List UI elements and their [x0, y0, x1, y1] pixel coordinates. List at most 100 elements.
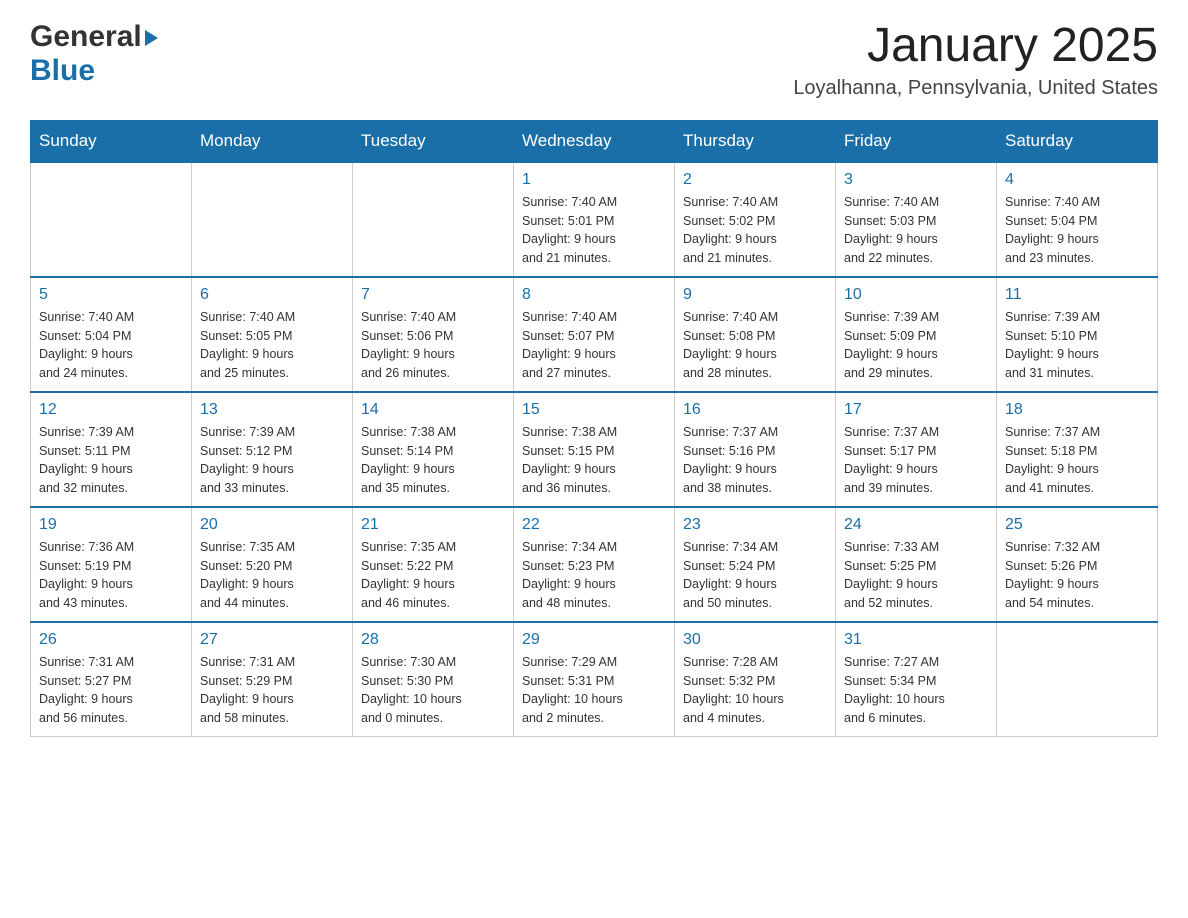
calendar-cell: 29 Sunrise: 7:29 AM Sunset: 5:31 PM Dayli… [514, 622, 675, 737]
calendar-week-4: 19 Sunrise: 7:36 AM Sunset: 5:19 PM Dayli… [31, 507, 1158, 622]
day-info: Sunrise: 7:29 AM Sunset: 5:31 PM Dayligh… [522, 653, 666, 728]
day-info: Sunrise: 7:32 AM Sunset: 5:26 PM Dayligh… [1005, 538, 1149, 613]
weekday-header-tuesday: Tuesday [353, 120, 514, 162]
day-info: Sunrise: 7:36 AM Sunset: 5:19 PM Dayligh… [39, 538, 183, 613]
calendar-cell: 31 Sunrise: 7:27 AM Sunset: 5:34 PM Dayli… [836, 622, 997, 737]
day-info: Sunrise: 7:39 AM Sunset: 5:12 PM Dayligh… [200, 423, 344, 498]
calendar-cell: 19 Sunrise: 7:36 AM Sunset: 5:19 PM Dayli… [31, 507, 192, 622]
day-info: Sunrise: 7:40 AM Sunset: 5:07 PM Dayligh… [522, 308, 666, 383]
calendar-cell: 27 Sunrise: 7:31 AM Sunset: 5:29 PM Dayli… [192, 622, 353, 737]
calendar-cell: 2 Sunrise: 7:40 AM Sunset: 5:02 PM Daylig… [675, 162, 836, 277]
calendar-cell: 16Sunrise: 7:37 AM Sunset: 5:16 PM Dayli… [675, 392, 836, 507]
calendar-cell: 17Sunrise: 7:37 AM Sunset: 5:17 PM Dayli… [836, 392, 997, 507]
day-info: Sunrise: 7:39 AM Sunset: 5:11 PM Dayligh… [39, 423, 183, 498]
weekday-header-wednesday: Wednesday [514, 120, 675, 162]
day-info: Sunrise: 7:37 AM Sunset: 5:18 PM Dayligh… [1005, 423, 1149, 498]
day-info: Sunrise: 7:40 AM Sunset: 5:04 PM Dayligh… [39, 308, 183, 383]
calendar-cell: 24Sunrise: 7:33 AM Sunset: 5:25 PM Dayli… [836, 507, 997, 622]
day-info: Sunrise: 7:33 AM Sunset: 5:25 PM Dayligh… [844, 538, 988, 613]
calendar-week-2: 5 Sunrise: 7:40 AM Sunset: 5:04 PM Daylig… [31, 277, 1158, 392]
day-info: Sunrise: 7:40 AM Sunset: 5:05 PM Dayligh… [200, 308, 344, 383]
day-number: 22 [522, 516, 666, 534]
day-number: 28 [361, 631, 505, 649]
calendar-cell: 9 Sunrise: 7:40 AM Sunset: 5:08 PM Daylig… [675, 277, 836, 392]
calendar-cell [31, 162, 192, 277]
day-info: Sunrise: 7:34 AM Sunset: 5:23 PM Dayligh… [522, 538, 666, 613]
day-number: 30 [683, 631, 827, 649]
day-info: Sunrise: 7:40 AM Sunset: 5:02 PM Dayligh… [683, 193, 827, 268]
page-header: General Blue January 2025 Loyalhanna, Pe… [30, 20, 1158, 100]
calendar-week-5: 26Sunrise: 7:31 AM Sunset: 5:27 PM Dayli… [31, 622, 1158, 737]
day-info: Sunrise: 7:35 AM Sunset: 5:22 PM Dayligh… [361, 538, 505, 613]
weekday-header-sunday: Sunday [31, 120, 192, 162]
calendar-cell: 14 Sunrise: 7:38 AM Sunset: 5:14 PM Dayli… [353, 392, 514, 507]
location-title: Loyalhanna, Pennsylvania, United States [793, 77, 1158, 100]
calendar-cell [997, 622, 1158, 737]
calendar-cell: 4Sunrise: 7:40 AM Sunset: 5:04 PM Daylig… [997, 162, 1158, 277]
day-number: 15 [522, 401, 666, 419]
day-info: Sunrise: 7:40 AM Sunset: 5:04 PM Dayligh… [1005, 193, 1149, 268]
calendar-cell: 3Sunrise: 7:40 AM Sunset: 5:03 PM Daylig… [836, 162, 997, 277]
day-info: Sunrise: 7:31 AM Sunset: 5:29 PM Dayligh… [200, 653, 344, 728]
calendar-cell: 30 Sunrise: 7:28 AM Sunset: 5:32 PM Dayli… [675, 622, 836, 737]
day-number: 7 [361, 286, 505, 304]
day-info: Sunrise: 7:37 AM Sunset: 5:17 PM Dayligh… [844, 423, 988, 498]
calendar-cell: 12 Sunrise: 7:39 AM Sunset: 5:11 PM Dayli… [31, 392, 192, 507]
day-number: 10 [844, 286, 988, 304]
calendar-cell: 20 Sunrise: 7:35 AM Sunset: 5:20 PM Dayli… [192, 507, 353, 622]
calendar-cell: 1Sunrise: 7:40 AM Sunset: 5:01 PM Daylig… [514, 162, 675, 277]
calendar-cell: 7 Sunrise: 7:40 AM Sunset: 5:06 PM Daylig… [353, 277, 514, 392]
day-number: 14 [361, 401, 505, 419]
day-number: 23 [683, 516, 827, 534]
calendar-cell: 26Sunrise: 7:31 AM Sunset: 5:27 PM Dayli… [31, 622, 192, 737]
calendar-cell [192, 162, 353, 277]
day-number: 6 [200, 286, 344, 304]
calendar-cell: 28 Sunrise: 7:30 AM Sunset: 5:30 PM Dayli… [353, 622, 514, 737]
calendar-week-3: 12 Sunrise: 7:39 AM Sunset: 5:11 PM Dayli… [31, 392, 1158, 507]
day-info: Sunrise: 7:35 AM Sunset: 5:20 PM Dayligh… [200, 538, 344, 613]
day-info: Sunrise: 7:38 AM Sunset: 5:15 PM Dayligh… [522, 423, 666, 498]
day-info: Sunrise: 7:28 AM Sunset: 5:32 PM Dayligh… [683, 653, 827, 728]
day-number: 1 [522, 171, 666, 189]
day-info: Sunrise: 7:27 AM Sunset: 5:34 PM Dayligh… [844, 653, 988, 728]
day-number: 13 [200, 401, 344, 419]
day-info: Sunrise: 7:40 AM Sunset: 5:06 PM Dayligh… [361, 308, 505, 383]
day-info: Sunrise: 7:30 AM Sunset: 5:30 PM Dayligh… [361, 653, 505, 728]
day-number: 19 [39, 516, 183, 534]
calendar-body: 1Sunrise: 7:40 AM Sunset: 5:01 PM Daylig… [31, 162, 1158, 737]
day-info: Sunrise: 7:38 AM Sunset: 5:14 PM Dayligh… [361, 423, 505, 498]
calendar-cell: 25 Sunrise: 7:32 AM Sunset: 5:26 PM Dayli… [997, 507, 1158, 622]
day-number: 8 [522, 286, 666, 304]
day-number: 18 [1005, 401, 1149, 419]
day-number: 5 [39, 286, 183, 304]
weekday-header-monday: Monday [192, 120, 353, 162]
logo-general-text: General [30, 20, 142, 54]
day-info: Sunrise: 7:39 AM Sunset: 5:09 PM Dayligh… [844, 308, 988, 383]
calendar-cell: 8 Sunrise: 7:40 AM Sunset: 5:07 PM Daylig… [514, 277, 675, 392]
weekday-header-saturday: Saturday [997, 120, 1158, 162]
day-number: 26 [39, 631, 183, 649]
day-number: 31 [844, 631, 988, 649]
day-number: 9 [683, 286, 827, 304]
weekday-header-thursday: Thursday [675, 120, 836, 162]
day-number: 12 [39, 401, 183, 419]
day-number: 27 [200, 631, 344, 649]
weekday-header-friday: Friday [836, 120, 997, 162]
calendar-cell: 21 Sunrise: 7:35 AM Sunset: 5:22 PM Dayli… [353, 507, 514, 622]
month-title: January 2025 [793, 20, 1158, 73]
calendar-week-1: 1Sunrise: 7:40 AM Sunset: 5:01 PM Daylig… [31, 162, 1158, 277]
day-number: 29 [522, 631, 666, 649]
day-number: 21 [361, 516, 505, 534]
calendar-cell [353, 162, 514, 277]
day-number: 3 [844, 171, 988, 189]
day-number: 2 [683, 171, 827, 189]
day-info: Sunrise: 7:40 AM Sunset: 5:08 PM Dayligh… [683, 308, 827, 383]
day-number: 25 [1005, 516, 1149, 534]
weekday-header-row: SundayMondayTuesdayWednesdayThursdayFrid… [31, 120, 1158, 162]
day-number: 20 [200, 516, 344, 534]
calendar-cell: 6 Sunrise: 7:40 AM Sunset: 5:05 PM Daylig… [192, 277, 353, 392]
day-number: 16 [683, 401, 827, 419]
calendar-cell: 5 Sunrise: 7:40 AM Sunset: 5:04 PM Daylig… [31, 277, 192, 392]
calendar-cell: 23Sunrise: 7:34 AM Sunset: 5:24 PM Dayli… [675, 507, 836, 622]
calendar-cell: 13 Sunrise: 7:39 AM Sunset: 5:12 PM Dayli… [192, 392, 353, 507]
